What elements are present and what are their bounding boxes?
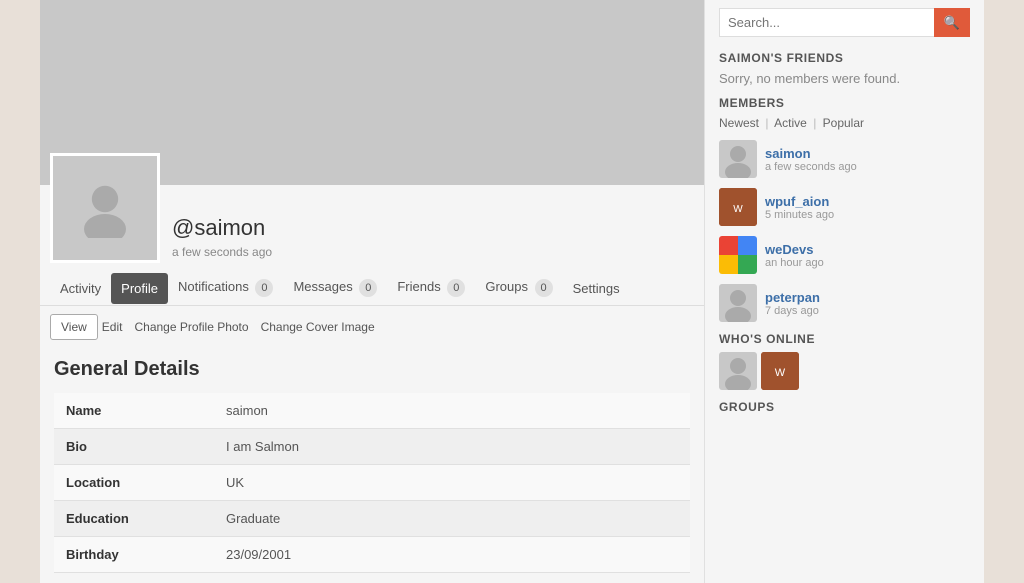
member-avatar	[719, 236, 757, 274]
groups-title: GROUPS	[719, 400, 970, 414]
member-time: a few seconds ago	[765, 161, 857, 173]
sub-tab-change-photo[interactable]: Change Profile Photo	[134, 315, 248, 339]
sub-tab-edit[interactable]: Edit	[102, 315, 123, 339]
online-avatar-saimon[interactable]	[719, 352, 757, 390]
online-avatar-wpuf[interactable]: W	[761, 352, 799, 390]
member-avatar	[719, 140, 757, 178]
search-bar: 🔍	[719, 8, 970, 37]
friends-title: SAIMON'S FRIENDS	[719, 51, 970, 65]
search-input[interactable]	[719, 8, 934, 37]
tab-profile[interactable]: Profile	[111, 273, 168, 304]
tab-groups-label: Groups	[485, 279, 528, 294]
member-info: peterpan 7 days ago	[765, 290, 820, 317]
sub-tabs: View Edit Change Profile Photo Change Co…	[40, 306, 704, 348]
filter-active[interactable]: Active	[774, 116, 807, 130]
left-gutter	[0, 0, 40, 583]
field-label: Name	[54, 393, 214, 429]
members-filter: Newest | Active | Popular	[719, 116, 970, 130]
member-time: 5 minutes ago	[765, 209, 834, 221]
tab-friends-label: Friends	[397, 279, 440, 294]
field-label: Bio	[54, 429, 214, 465]
svg-text:W: W	[733, 204, 743, 215]
member-info: weDevs an hour ago	[765, 242, 824, 269]
member-name[interactable]: peterpan	[765, 290, 820, 305]
field-label: Education	[54, 501, 214, 537]
right-sidebar: 🔍 SAIMON'S FRIENDS Sorry, no members wer…	[704, 0, 984, 583]
tab-notifications-badge: 0	[255, 279, 273, 297]
list-item[interactable]: W wpuf_aion 5 minutes ago	[719, 188, 970, 226]
profile-header: @saimon a few seconds ago	[40, 185, 704, 271]
members-list: saimon a few seconds ago W wpuf_aion 5 m…	[719, 140, 970, 322]
main-content: @saimon a few seconds ago Activity Profi…	[40, 0, 704, 583]
member-time: 7 days ago	[765, 305, 820, 317]
sub-tab-view[interactable]: View	[50, 314, 98, 340]
details-table: NamesaimonBioI am SalmonLocationUKEducat…	[54, 393, 690, 573]
no-members-text: Sorry, no members were found.	[719, 71, 970, 86]
table-row: Namesaimon	[54, 393, 690, 429]
tab-messages-badge: 0	[359, 279, 377, 297]
table-row: EducationGraduate	[54, 501, 690, 537]
table-row: LocationUK	[54, 465, 690, 501]
member-name[interactable]: saimon	[765, 146, 857, 161]
profile-info: @saimon a few seconds ago	[172, 215, 272, 263]
member-avatar	[719, 284, 757, 322]
field-value: UK	[214, 465, 690, 501]
profile-last-seen: a few seconds ago	[172, 245, 272, 259]
list-item[interactable]: saimon a few seconds ago	[719, 140, 970, 178]
tab-friends-badge: 0	[447, 279, 465, 297]
general-details-title: General Details	[54, 358, 690, 381]
whos-online-title: WHO'S ONLINE	[719, 332, 970, 346]
tab-notifications[interactable]: Notifications 0	[168, 271, 283, 305]
list-item[interactable]: weDevs an hour ago	[719, 236, 970, 274]
field-value: saimon	[214, 393, 690, 429]
profile-username: @saimon	[172, 215, 272, 241]
member-time: an hour ago	[765, 257, 824, 269]
tab-messages-label: Messages	[293, 279, 352, 294]
member-info: saimon a few seconds ago	[765, 146, 857, 173]
tab-friends[interactable]: Friends 0	[387, 271, 475, 305]
field-value: I am Salmon	[214, 429, 690, 465]
profile-tabs: Activity Profile Notifications 0 Message…	[40, 271, 704, 306]
filter-popular[interactable]: Popular	[823, 116, 864, 130]
member-avatar: W	[719, 188, 757, 226]
members-title: MEMBERS	[719, 96, 970, 110]
search-button[interactable]: 🔍	[934, 8, 970, 37]
whos-online-avatars: W	[719, 352, 970, 390]
member-name[interactable]: wpuf_aion	[765, 194, 834, 209]
tab-groups-badge: 0	[535, 279, 553, 297]
svg-text:W: W	[775, 367, 786, 379]
field-value: Graduate	[214, 501, 690, 537]
member-name[interactable]: weDevs	[765, 242, 824, 257]
field-label: Location	[54, 465, 214, 501]
profile-avatar	[50, 153, 160, 263]
right-gutter	[984, 0, 1024, 583]
list-item[interactable]: peterpan 7 days ago	[719, 284, 970, 322]
member-info: wpuf_aion 5 minutes ago	[765, 194, 834, 221]
table-row: BioI am Salmon	[54, 429, 690, 465]
tab-settings[interactable]: Settings	[563, 273, 630, 304]
sub-tab-change-cover[interactable]: Change Cover Image	[261, 315, 375, 339]
profile-body: General Details NamesaimonBioI am Salmon…	[40, 348, 704, 583]
tab-notifications-label: Notifications	[178, 279, 249, 294]
tab-messages[interactable]: Messages 0	[283, 271, 387, 305]
tab-groups[interactable]: Groups 0	[475, 271, 562, 305]
tab-activity[interactable]: Activity	[50, 273, 111, 304]
filter-newest[interactable]: Newest	[719, 116, 759, 130]
